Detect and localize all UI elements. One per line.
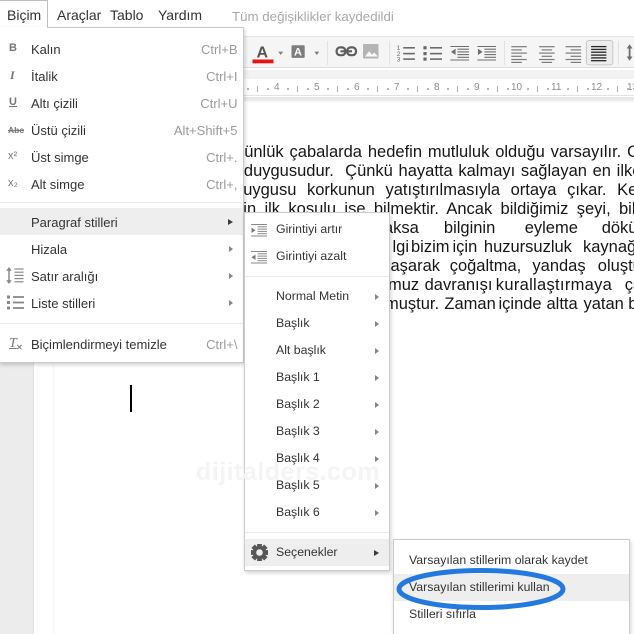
svg-text:A: A (257, 45, 269, 62)
svg-text:A: A (294, 47, 302, 59)
svg-text:3: 3 (397, 57, 401, 64)
